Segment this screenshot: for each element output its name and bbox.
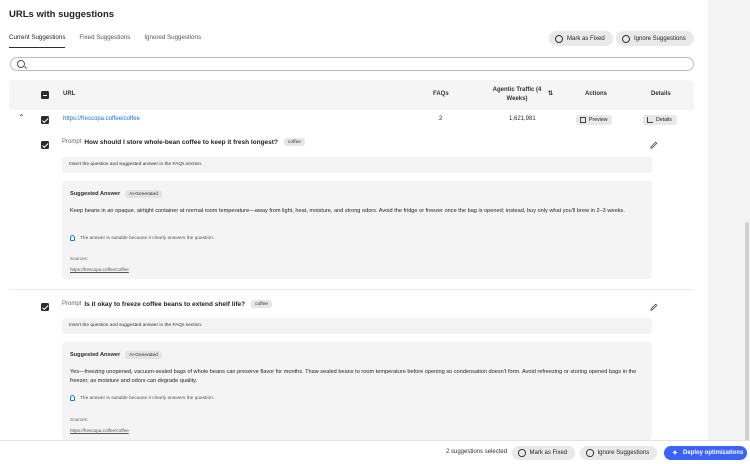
bottom-mark-as-fixed-label: Mark as Fixed: [529, 450, 568, 456]
prompt-question: How should I store whole-bean coffee to …: [84, 138, 278, 146]
keyword-tag: coffee: [283, 138, 305, 146]
prompt-line: Prompt How should I store whole-bean cof…: [62, 138, 305, 146]
preview-button[interactable]: Preview: [576, 115, 613, 125]
preview-label: Preview: [589, 117, 608, 123]
row-agentic-traffic: 1,621,981: [509, 116, 536, 122]
reason-text: The answer is suitable because it clearl…: [80, 395, 215, 401]
details-label: Details: [656, 117, 672, 123]
column-url: URL: [63, 91, 76, 97]
suggestions-list: Prompt How should I store whole-bean cof…: [9, 130, 694, 464]
answer-title: Suggested Answer: [70, 352, 121, 358]
suggestion-checkbox[interactable]: [41, 141, 49, 149]
sources-label: Sources:: [70, 417, 89, 422]
row-faqs-count: 2: [439, 116, 443, 122]
edit-pencil-icon[interactable]: [650, 303, 658, 311]
chevron-up-icon[interactable]: ⌃: [18, 113, 25, 122]
prompt-question: Is it okay to freeze coffee beans to ext…: [84, 300, 246, 308]
reason-line: The answer is suitable because it clearl…: [70, 235, 214, 241]
right-gutter: [708, 0, 750, 464]
bottom-mark-as-fixed-button[interactable]: Mark as Fixed: [512, 446, 576, 460]
mark-as-fixed-button[interactable]: Mark as Fixed: [549, 31, 613, 46]
search-input[interactable]: [10, 57, 694, 71]
bottom-action-bar: 2 suggestions selected Mark as Fixed Ign…: [0, 440, 750, 464]
tab-bar: Current Suggestions Fixed Suggestions Ig…: [9, 34, 215, 48]
ignore-suggestions-button[interactable]: Ignore Suggestions: [616, 31, 694, 46]
lightbulb-icon: [70, 395, 75, 401]
bottom-ignore-suggestions-button[interactable]: Ignore Suggestions: [580, 446, 658, 460]
ignore-suggestions-label: Ignore Suggestions: [634, 35, 686, 42]
suggestions-table: URL FAQs Agentic Traffic (4 Weeks) ⇅ Act…: [9, 80, 694, 464]
scrollbar[interactable]: [745, 222, 749, 458]
answer-title: Suggested Answer: [70, 191, 121, 197]
table-row: ⌃ https://frescopa.coffee/coffee 2 1,621…: [9, 110, 694, 130]
check-circle-icon: [555, 34, 563, 43]
lightbulb-icon: [70, 235, 75, 241]
column-actions: Actions: [585, 91, 608, 97]
magic-wand-icon: ✦: [672, 449, 678, 457]
column-agentic-traffic: Agentic Traffic (4 Weeks): [492, 87, 542, 102]
tab-ignored-suggestions[interactable]: Ignored Suggestions: [144, 34, 201, 48]
reason-text: The answer is suitable because it clearl…: [80, 235, 215, 241]
close-circle-icon: [586, 449, 594, 457]
ai-generated-tag: AI-Generated: [125, 190, 162, 198]
mark-as-fixed-label: Mark as Fixed: [567, 35, 605, 42]
sources-label: Sources:: [70, 256, 89, 261]
instruction-box: Insert the question and suggested answer…: [62, 318, 652, 334]
select-all-checkbox[interactable]: [41, 91, 49, 99]
source-link[interactable]: https://frescopa.coffee/coffee: [70, 267, 129, 272]
prompt-label: Prompt: [62, 139, 82, 145]
instruction-box: Insert the question and suggested answer…: [62, 157, 652, 173]
deploy-optimizations-label: Deploy optimizations: [683, 450, 744, 456]
keyword-tag: coffee: [251, 300, 273, 308]
main-panel: URLs with suggestions Current Suggestion…: [0, 0, 708, 464]
ai-generated-tag: AI-Generated: [125, 351, 162, 359]
edit-pencil-icon[interactable]: [650, 141, 658, 149]
tab-current-suggestions[interactable]: Current Suggestions: [9, 34, 66, 48]
answer-title-line: Suggested Answer AI-Generated: [70, 190, 162, 198]
check-circle-icon: [518, 449, 526, 457]
document-icon: [580, 117, 586, 123]
page-title: URLs with suggestions: [9, 9, 115, 20]
deploy-optimizations-button[interactable]: ✦ Deploy optimizations: [664, 446, 747, 460]
column-faqs: FAQs: [433, 91, 449, 97]
answer-text: Keep beans in an opaque, airtight contai…: [70, 208, 625, 214]
prompt-line: Prompt Is it okay to freeze coffee beans…: [62, 300, 273, 308]
suggested-answer-card: Suggested Answer AI-Generated Yes—freezi…: [62, 342, 652, 440]
prompt-label: Prompt: [62, 301, 82, 307]
search-icon: [17, 60, 25, 68]
source-link[interactable]: https://frescopa.coffee/coffee: [70, 428, 129, 433]
column-details: Details: [651, 91, 671, 97]
table-header: URL FAQs Agentic Traffic (4 Weeks) ⇅ Act…: [9, 80, 694, 110]
bottom-ignore-suggestions-label: Ignore Suggestions: [597, 450, 650, 456]
answer-title-line: Suggested Answer AI-Generated: [70, 351, 162, 359]
sort-icon[interactable]: ⇅: [548, 90, 553, 97]
suggested-answer-card: Suggested Answer AI-Generated Keep beans…: [62, 181, 652, 279]
row-url-link[interactable]: https://frescopa.coffee/coffee: [63, 116, 140, 122]
reason-line: The answer is suitable because it clearl…: [70, 395, 214, 401]
tab-fixed-suggestions[interactable]: Fixed Suggestions: [79, 34, 130, 48]
details-button[interactable]: Details: [643, 115, 677, 125]
chart-icon: [647, 117, 653, 123]
selected-count: 2 suggestions selected: [446, 449, 508, 455]
answer-text: Yes—freezing unopened, vacuum-sealed bag…: [70, 369, 637, 384]
divider: [9, 289, 694, 290]
close-circle-icon: [622, 34, 630, 43]
row-checkbox[interactable]: [41, 116, 49, 124]
suggestion-checkbox[interactable]: [41, 303, 49, 311]
